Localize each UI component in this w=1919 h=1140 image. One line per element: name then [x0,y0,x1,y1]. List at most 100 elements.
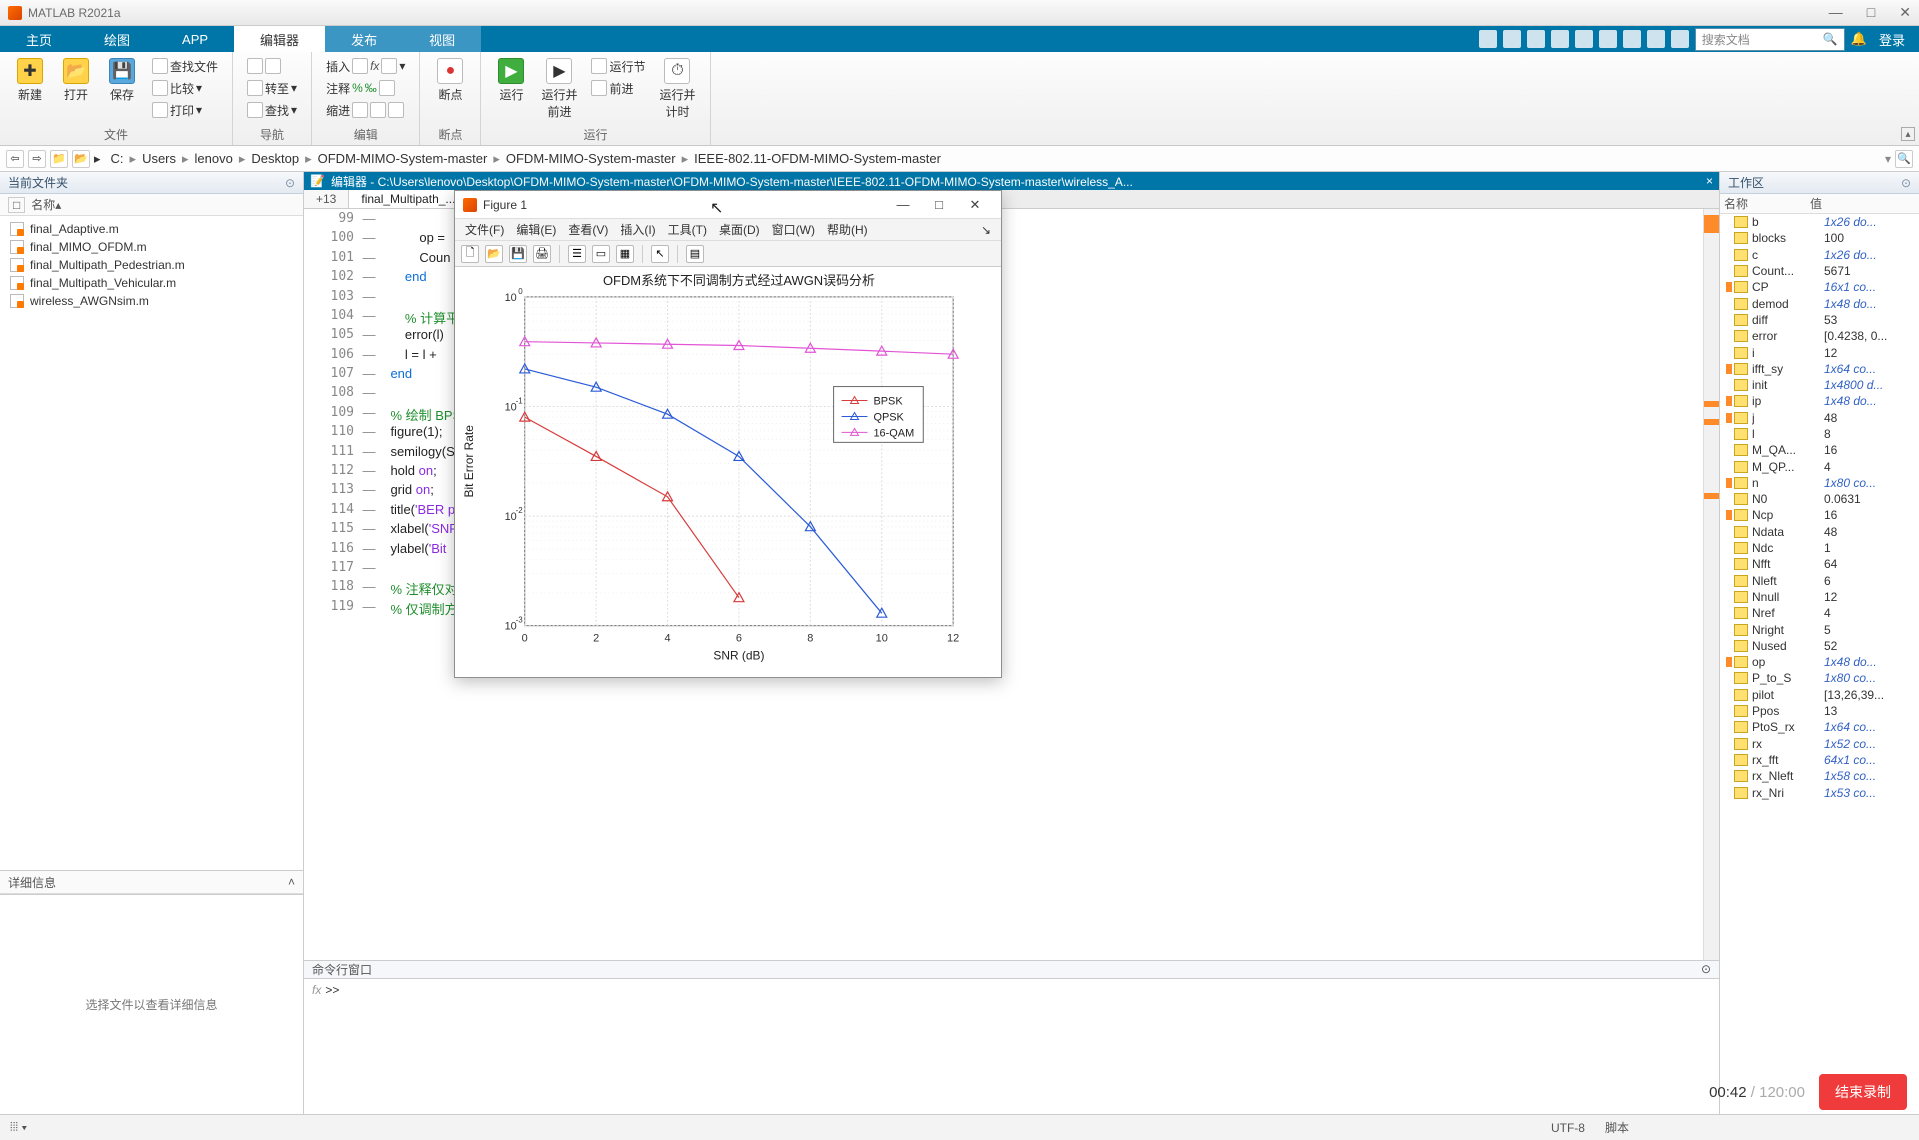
close-button[interactable]: ✕ [1899,4,1911,21]
file-item[interactable]: final_MIMO_OFDM.m [6,238,297,256]
details-menu-icon[interactable]: ˄ [288,875,295,889]
workspace-variable[interactable]: N00.0631 [1720,491,1919,507]
compare-button[interactable]: 比较 ▾ [148,78,222,98]
command-window[interactable]: fx >> [304,979,1719,1114]
open-figure-icon[interactable]: 📂 [485,245,503,263]
datacursor-icon[interactable]: ☰ [568,245,586,263]
save-figure-icon[interactable]: 💾 [509,245,527,263]
run-advance-button[interactable]: ▶运行并 前进 [537,56,581,122]
workspace-variable[interactable]: pilot[13,26,39... [1720,687,1919,703]
notification-icon[interactable]: 🔔 [1851,31,1867,47]
workspace-variable[interactable]: Ndc1 [1720,540,1919,556]
nav-back-icon[interactable]: ⇦ [6,150,24,168]
workspace-variable[interactable]: Ncp16 [1720,507,1919,523]
rotate-icon[interactable]: ▭ [592,245,610,263]
tab-plot[interactable]: 绘图 [78,26,156,52]
tab-counter[interactable]: +13 [304,190,349,208]
tab-app[interactable]: APP [156,26,234,52]
figure-minimize-button[interactable]: — [885,197,921,212]
workspace-variable[interactable]: M_QA...16 [1720,442,1919,458]
workspace-variable[interactable]: Count...5671 [1720,263,1919,279]
nav-back-button[interactable] [243,56,301,76]
switch-icon[interactable] [1623,30,1641,48]
print-figure-icon[interactable]: 🖨 [533,245,551,263]
nav-fwd-icon[interactable]: ⇨ [28,150,46,168]
figure-axes[interactable]: 10-310-210-1100024681012OFDM系统下不同调制方式经过A… [455,267,1001,677]
file-item[interactable]: final_Multipath_Pedestrian.m [6,256,297,274]
collapse-toolstrip-button[interactable]: ▴ [1901,127,1915,141]
breadcrumb[interactable]: ▸C: ▸ Users ▸ lenovo ▸ Desktop ▸ OFDM-MI… [94,151,1881,167]
redo-icon[interactable] [1599,30,1617,48]
find-button[interactable]: 查找 ▾ [243,100,301,120]
tab-editor[interactable]: 编辑器 [234,26,325,52]
goto-button[interactable]: 转至 ▾ [243,78,301,98]
file-item[interactable]: wireless_AWGNsim.m [6,292,297,310]
figure-menu-item[interactable]: 工具(T) [664,221,711,238]
workspace-menu-icon[interactable]: ⊙ [1901,176,1911,190]
maximize-button[interactable]: □ [1867,4,1875,21]
advance-button[interactable]: 前进 [587,78,649,98]
insert-button[interactable]: 插入 fx ▾ [322,56,409,76]
workspace-variable[interactable]: Nref4 [1720,605,1919,621]
new-figure-icon[interactable]: 🗋 [461,245,479,263]
workspace-variable[interactable]: Ppos13 [1720,703,1919,719]
workspace-variable[interactable]: ifft_sy1x64 co... [1720,361,1919,377]
workspace-variable[interactable]: c1x26 do... [1720,247,1919,263]
save-icon[interactable] [1479,30,1497,48]
workspace-variable[interactable]: ip1x48 do... [1720,393,1919,409]
workspace-variable[interactable]: diff53 [1720,312,1919,328]
workspace-variable[interactable]: n1x80 co... [1720,475,1919,491]
workspace-variable[interactable]: rx1x52 co... [1720,736,1919,752]
workspace-variable[interactable]: l8 [1720,426,1919,442]
workspace-variable[interactable]: Nright5 [1720,621,1919,637]
figure-maximize-button[interactable]: □ [921,197,957,212]
figure-menu-item[interactable]: 帮助(H) [823,221,872,238]
figure-close-button[interactable]: ✕ [957,197,993,213]
cut-icon[interactable] [1503,30,1521,48]
paste-icon[interactable] [1551,30,1569,48]
tab-file-1[interactable]: final_Multipath_... [349,190,468,208]
figure-titlebar[interactable]: Figure 1 — □ ✕ [455,191,1001,219]
figure-menu-item[interactable]: 窗口(W) [768,221,819,238]
code-scrollbar[interactable] [1703,209,1719,960]
workspace-variable[interactable]: rx_Nleft1x58 co... [1720,768,1919,784]
workspace-variable[interactable]: j48 [1720,410,1919,426]
print-button[interactable]: 打印 ▾ [148,100,222,120]
cmd-menu-icon[interactable]: ⊙ [1701,962,1711,976]
indent-button[interactable]: 缩进 [322,100,409,120]
pointer-icon[interactable]: ↖ [651,245,669,263]
workspace-variable[interactable]: rx_Nri1x53 co... [1720,784,1919,800]
findfiles-button[interactable]: 查找文件 [148,56,222,76]
figure-menu-item[interactable]: 插入(I) [616,221,659,238]
breakpoint-button[interactable]: ●断点 [430,56,470,105]
search-docs-input[interactable]: 搜索文档 🔍 [1695,28,1845,51]
workspace-columns[interactable]: 名称值 [1720,194,1919,214]
addon-icon[interactable] [1671,30,1689,48]
file-item[interactable]: final_Adaptive.m [6,220,297,238]
figure-menu-item[interactable]: 编辑(E) [512,221,560,238]
workspace-variable[interactable]: init1x4800 d... [1720,377,1919,393]
workspace-variable[interactable]: M_QP...4 [1720,458,1919,474]
workspace-variable[interactable]: b1x26 do... [1720,214,1919,230]
inspector-icon[interactable]: ▤ [686,245,704,263]
undo-icon[interactable] [1575,30,1593,48]
run-section-button[interactable]: 运行节 [587,56,649,76]
tab-publish[interactable]: 发布 [325,26,403,52]
figure-window[interactable]: Figure 1 — □ ✕ 文件(F)编辑(E)查看(V)插入(I)工具(T)… [454,190,1002,678]
nav-browse-icon[interactable]: 📂 [72,150,90,168]
workspace-variable[interactable]: error[0.4238, 0... [1720,328,1919,344]
link-icon[interactable]: ▦ [616,245,634,263]
workspace-variable[interactable]: blocks100 [1720,230,1919,246]
nav-up-icon[interactable]: 📁 [50,150,68,168]
workspace-variable[interactable]: Ndata48 [1720,524,1919,540]
panel-menu-icon[interactable]: ⊙ [285,176,295,190]
stop-recording-button[interactable]: 结束录制 [1819,1074,1907,1110]
workspace-variable[interactable]: Nleft6 [1720,573,1919,589]
workspace-variable[interactable]: i12 [1720,344,1919,360]
minimize-button[interactable]: — [1829,4,1843,21]
workspace-variable[interactable]: Nused52 [1720,638,1919,654]
workspace-variable[interactable]: P_to_S1x80 co... [1720,670,1919,686]
comment-button[interactable]: 注释 % ‰ [322,78,409,98]
figure-menu-item[interactable]: 桌面(D) [715,221,764,238]
workspace-variable[interactable]: Nfft64 [1720,556,1919,572]
